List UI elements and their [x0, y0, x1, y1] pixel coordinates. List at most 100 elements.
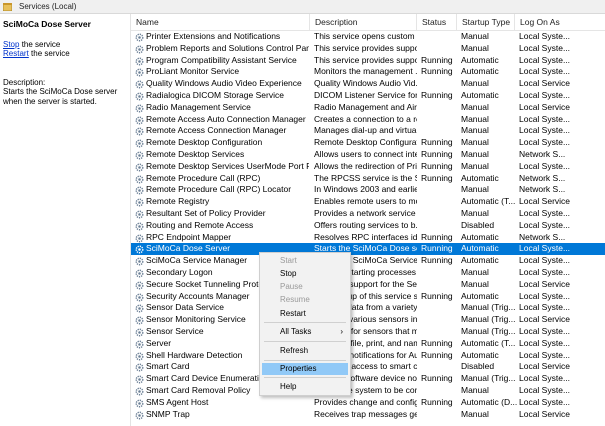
- service-name-cell: ProLiant Monitor Service: [146, 66, 240, 77]
- service-name-cell: Remote Access Auto Connection Manager: [146, 113, 306, 124]
- service-description-cell: Allows the redirection of Pri...: [314, 160, 417, 171]
- service-startup-type-cell: Automatic (D...: [461, 396, 517, 407]
- service-row[interactable]: RPC Endpoint Mapper Resolves RPC interfac…: [131, 232, 605, 244]
- service-row[interactable]: Remote Desktop Services UserMode Port Re…: [131, 161, 605, 173]
- service-log-on-as-cell: Local Service: [519, 314, 571, 325]
- service-row[interactable]: Remote Registry Enables remote users to m…: [131, 196, 605, 208]
- service-log-on-as-cell: Local Syste...: [519, 349, 571, 360]
- services-list[interactable]: Name Description Status Startup Type Log…: [131, 14, 605, 426]
- menu-item-all-tasks[interactable]: All Tasks ›: [262, 326, 348, 338]
- menu-item-resume[interactable]: Resume: [262, 294, 348, 306]
- menu-item-restart[interactable]: Restart: [262, 308, 348, 320]
- gear-icon: [135, 245, 144, 254]
- gear-icon: [135, 186, 144, 195]
- service-row[interactable]: Secure Socket Tunneling Protocol Service…: [131, 279, 605, 291]
- service-row[interactable]: Smart Card Removal Policy Allows the syst…: [131, 385, 605, 397]
- service-name-cell: Radio Management Service: [146, 101, 251, 112]
- description-label: Description:: [3, 78, 46, 87]
- menu-item-properties[interactable]: Properties: [262, 363, 348, 375]
- service-row[interactable]: Remote Access Connection Manager Manages …: [131, 125, 605, 137]
- service-name-cell: RPC Endpoint Mapper: [146, 231, 232, 242]
- service-row[interactable]: Sensor Service A service for sensors that…: [131, 326, 605, 338]
- service-row[interactable]: SMS Agent Host Provides change and config…: [131, 397, 605, 409]
- service-description-cell: Provides change and config...: [314, 396, 417, 407]
- service-row[interactable]: Secondary LogonEnables starting processe…: [131, 267, 605, 279]
- restart-service-link[interactable]: Restart: [3, 49, 29, 58]
- service-name-cell: Remote Procedure Call (RPC): [146, 172, 261, 183]
- service-log-on-as-cell: Local Syste...: [519, 326, 571, 336]
- column-header-status[interactable]: Status: [417, 14, 457, 31]
- service-status-cell: Running: [421, 290, 453, 301]
- service-row[interactable]: Smart Card Device Enumeration ServiceCre…: [131, 373, 605, 385]
- restart-link-line: Restart the service: [3, 49, 70, 58]
- service-startup-type-cell: Automatic: [461, 54, 499, 65]
- column-header-name[interactable]: Name: [131, 14, 310, 31]
- service-row[interactable]: Printer Extensions and Notifications This…: [131, 31, 605, 43]
- service-log-on-as-cell: Local Syste...: [519, 396, 571, 407]
- service-name-cell: Remote Registry: [146, 196, 210, 207]
- service-startup-type-cell: Manual: [461, 78, 489, 89]
- service-log-on-as-cell: Local Syste...: [519, 113, 571, 124]
- gear-icon: [135, 33, 144, 42]
- stop-service-link[interactable]: Stop: [3, 40, 19, 49]
- menu-item-help[interactable]: Help: [262, 381, 348, 393]
- service-row[interactable]: Routing and Remote Access Offers routing …: [131, 220, 605, 232]
- gear-icon: [135, 139, 144, 148]
- gear-icon: [135, 304, 144, 313]
- service-row[interactable]: Program Compatibility Assistant Service T…: [131, 55, 605, 67]
- service-row[interactable]: Remote Procedure Call (RPC) Locator In Wi…: [131, 184, 605, 196]
- service-row[interactable]: Shell Hardware Detection Provides notific…: [131, 350, 605, 362]
- context-menu: Start Stop Pause Resume Restart All Task…: [259, 252, 351, 396]
- service-row[interactable]: Remote Desktop Configuration Remote Deskt…: [131, 137, 605, 149]
- service-row[interactable]: Radialogica DICOM Storage Service DICOM L…: [131, 90, 605, 102]
- menu-item-pause[interactable]: Pause: [262, 281, 348, 293]
- column-header-log-on-as[interactable]: Log On As: [515, 14, 605, 31]
- service-row[interactable]: Problem Reports and Solutions Control Pa…: [131, 43, 605, 55]
- service-description-cell: DICOM Listener Service for ...: [314, 90, 417, 100]
- service-row[interactable]: SNMP Trap Receives trap messages gen... Ma…: [131, 409, 605, 421]
- service-row[interactable]: Quality Windows Audio Video Experience Qu…: [131, 78, 605, 90]
- gear-icon: [135, 127, 144, 136]
- column-header-startup-type[interactable]: Startup Type: [457, 14, 515, 31]
- service-description-cell: Quality Windows Audio Vid...: [314, 78, 417, 89]
- service-name-cell: Radialogica DICOM Storage Service: [146, 90, 284, 100]
- service-name-cell: Quality Windows Audio Video Experience: [146, 78, 302, 89]
- gear-icon: [135, 257, 144, 266]
- service-startup-type-cell: Manual: [461, 149, 489, 159]
- service-row[interactable]: SciMoCa Service Manager Starts the SciMoC…: [131, 255, 605, 267]
- menu-item-start[interactable]: Start: [262, 255, 348, 267]
- service-log-on-as-cell: Local Service: [519, 101, 571, 112]
- description-text: Starts the SciMoCa Dose server when the …: [3, 87, 118, 106]
- extended-pane: SciMoCa Dose Server Stop the service Res…: [0, 14, 130, 426]
- service-row[interactable]: Sensor Data Service Delivers data from a …: [131, 302, 605, 314]
- service-row[interactable]: Server Supports file, print, and nam... Ru…: [131, 338, 605, 350]
- service-row[interactable]: Radio Management Service Radio Management…: [131, 102, 605, 114]
- service-log-on-as-cell: Local Syste...: [519, 66, 571, 77]
- service-row[interactable]: Remote Access Auto Connection Manager Cre…: [131, 114, 605, 126]
- column-header-description[interactable]: Description: [310, 14, 417, 31]
- stop-link-line: Stop the service: [3, 40, 60, 49]
- service-log-on-as-cell: Local Syste...: [519, 208, 571, 218]
- service-startup-type-cell: Automatic: [461, 231, 499, 242]
- service-log-on-as-cell: Local Syste...: [519, 219, 571, 230]
- selected-service-name: SciMoCa Dose Server: [3, 19, 91, 29]
- menu-item-refresh[interactable]: Refresh: [262, 345, 348, 357]
- service-log-on-as-cell: Network S...: [519, 184, 566, 195]
- service-startup-type-cell: Disabled: [461, 219, 495, 230]
- service-status-cell: Running: [421, 243, 453, 254]
- service-row[interactable]: SciMoCa Dose Server Starts the SciMoCa Do…: [131, 243, 605, 256]
- service-row[interactable]: ProLiant Monitor Service Monitors the man…: [131, 66, 605, 78]
- service-row[interactable]: Remote Desktop Services Allows users to c…: [131, 149, 605, 161]
- menu-item-stop[interactable]: Stop: [262, 268, 348, 280]
- service-log-on-as-cell: Local Syste...: [519, 137, 571, 148]
- service-row[interactable]: Sensor Monitoring Service Monitors variou…: [131, 314, 605, 326]
- service-row[interactable]: Smart CardManages access to smart car...…: [131, 361, 605, 373]
- services-icon: [3, 3, 12, 11]
- service-row[interactable]: Remote Procedure Call (RPC) The RPCSS ser…: [131, 173, 605, 185]
- gear-icon: [135, 340, 144, 349]
- service-description-cell: Allows users to connect inte...: [314, 149, 417, 159]
- service-row[interactable]: Security Accounts Manager The startup of …: [131, 291, 605, 303]
- gear-icon: [135, 104, 144, 113]
- service-status-cell: Running: [421, 255, 453, 266]
- service-row[interactable]: Resultant Set of Policy Provider Provides…: [131, 208, 605, 220]
